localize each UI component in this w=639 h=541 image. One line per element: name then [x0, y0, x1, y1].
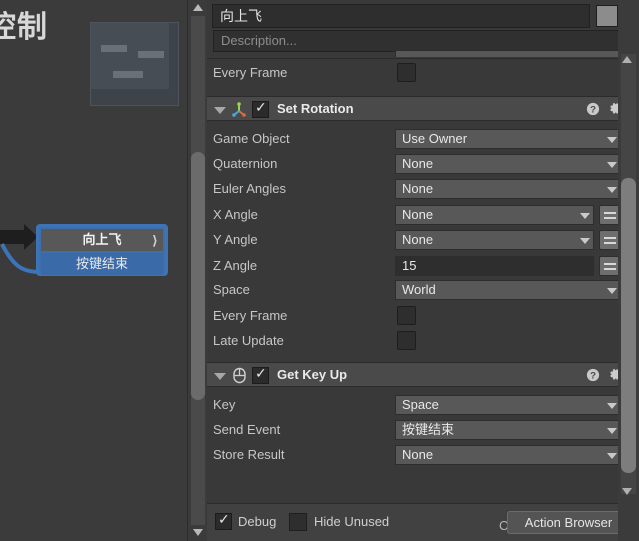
chevron-down-icon[interactable] — [607, 137, 617, 143]
state-node-title: 向上飞 ⟩ — [41, 229, 163, 251]
help-icon[interactable]: ? — [586, 102, 600, 116]
state-color-swatch[interactable] — [596, 5, 618, 27]
chevron-down-icon[interactable] — [580, 213, 590, 219]
key-dropdown[interactable]: Space — [395, 395, 621, 415]
euler-angles-dropdown[interactable]: None — [395, 179, 621, 199]
sound-icon: ⟩ — [152, 233, 158, 248]
debug-label: Debug — [238, 514, 277, 529]
inspector-vertical-scrollbar[interactable] — [618, 0, 639, 541]
graph-scrollbar-thumb[interactable] — [191, 152, 205, 400]
inspector-scrollbar-thumb[interactable] — [621, 178, 636, 473]
action-enabled-checkbox[interactable] — [252, 365, 269, 384]
field-label: Space — [213, 282, 250, 297]
action-header-get-key-up[interactable]: Get Key Up ? — [207, 362, 639, 387]
field-row-key: Key Space — [207, 393, 639, 418]
field-row-game-object: Game Object Use Owner — [207, 127, 639, 152]
quaternion-dropdown[interactable]: None — [395, 154, 621, 174]
debug-checkbox[interactable] — [215, 511, 232, 530]
svg-text:?: ? — [590, 105, 596, 116]
collapse-triangle-icon[interactable] — [214, 107, 226, 114]
scroll-up-arrow-icon[interactable] — [622, 56, 632, 63]
field-label: X Angle — [213, 207, 258, 222]
field-row-z-angle: Z Angle 15 — [207, 254, 639, 279]
field-row-euler-angles: Euler Angles None — [207, 177, 639, 202]
placeholder-bar — [113, 71, 143, 78]
unselected-state-node-body — [91, 23, 169, 89]
store-result-dropdown[interactable]: None — [395, 445, 621, 465]
mouse-icon — [233, 367, 246, 384]
scroll-down-arrow-icon[interactable] — [622, 488, 632, 495]
z-angle-input[interactable]: 15 — [395, 256, 594, 276]
field-label: Store Result — [213, 447, 285, 462]
field-row-y-angle: Y Angle None — [207, 228, 639, 253]
game-object-dropdown[interactable]: Use Owner — [395, 129, 621, 149]
placeholder-bar — [138, 51, 164, 58]
inspector-bottom-bar: Debug Hide Unused CSDN @达Bo Action Brows… — [207, 504, 639, 541]
field-label: Z Angle — [213, 258, 258, 273]
scroll-down-arrow-icon[interactable] — [193, 529, 203, 536]
state-node-event-row[interactable]: 按键结束 — [41, 253, 163, 275]
field-label: Euler Angles — [213, 181, 286, 196]
space-dropdown[interactable]: World — [395, 280, 621, 300]
fsm-graph-panel[interactable]: 控制 向上飞 ⟩ 按键结束 — [0, 0, 187, 541]
help-icon[interactable]: ? — [586, 368, 600, 382]
playmaker-window: 控制 向上飞 ⟩ 按键结束 向上飞 Description... Every F… — [0, 0, 639, 541]
state-every-frame-row: Every Frame — [207, 61, 639, 86]
send-event-dropdown[interactable]: 按键结束 — [395, 420, 621, 440]
chevron-down-icon[interactable] — [607, 187, 617, 193]
axis-gizmo-icon — [232, 102, 246, 117]
unselected-state-node[interactable] — [90, 22, 179, 106]
x-angle-dropdown[interactable]: None — [395, 205, 594, 225]
field-label: Y Angle — [213, 232, 258, 247]
hide-unused-checkbox[interactable] — [289, 513, 307, 531]
placeholder-bar — [101, 45, 127, 52]
transition-link-arrow — [0, 224, 40, 274]
chevron-down-icon[interactable] — [607, 453, 617, 459]
field-row-quaternion: Quaternion None — [207, 152, 639, 177]
field-label: Late Update — [213, 333, 284, 348]
graph-title-text: 控制 — [0, 11, 48, 44]
every-frame-checkbox[interactable] — [397, 306, 416, 325]
field-row-space: Space World — [207, 278, 639, 303]
field-row-x-angle: X Angle None — [207, 203, 639, 228]
chevron-down-icon[interactable] — [607, 428, 617, 434]
action-title: Set Rotation — [277, 101, 354, 116]
chevron-down-icon[interactable] — [607, 403, 617, 409]
field-label: Quaternion — [213, 156, 278, 171]
field-label: Key — [213, 397, 236, 412]
state-inspector-panel: 向上飞 Description... Every Frame ✓ Set Rot… — [207, 0, 639, 541]
svg-text:?: ? — [590, 371, 596, 382]
field-row-store-result: Store Result None — [207, 443, 639, 468]
clipped-scrolled-field — [395, 50, 621, 57]
action-enabled-checkbox[interactable] — [252, 99, 269, 118]
divider — [207, 58, 639, 59]
field-label: Game Object — [213, 131, 290, 146]
description-row: Description... — [213, 30, 639, 52]
state-every-frame-checkbox[interactable] — [397, 63, 416, 82]
field-row-late-update: Late Update — [207, 329, 639, 354]
scroll-up-arrow-icon[interactable] — [193, 4, 203, 11]
chevron-down-icon[interactable] — [607, 162, 617, 168]
state-name-row: 向上飞 — [212, 4, 638, 28]
chevron-down-icon[interactable] — [580, 238, 590, 244]
action-browser-button[interactable]: Action Browser — [507, 511, 630, 534]
action-title: Get Key Up — [277, 367, 348, 382]
late-update-checkbox[interactable] — [397, 331, 416, 350]
graph-vertical-scrollbar[interactable] — [187, 0, 207, 541]
field-row-send-event: Send Event 按键结束 — [207, 418, 639, 443]
action-header-set-rotation[interactable]: Set Rotation ? — [207, 96, 639, 121]
collapse-triangle-icon[interactable] — [214, 373, 226, 380]
field-label: Every Frame — [213, 308, 288, 323]
state-name-input[interactable]: 向上飞 — [212, 4, 590, 28]
chevron-down-icon[interactable] — [607, 288, 617, 294]
state-every-frame-label: Every Frame — [213, 65, 288, 80]
field-row-every-frame: Every Frame — [207, 304, 639, 329]
state-node-name: 向上飞 — [82, 232, 122, 247]
field-label: Send Event — [213, 422, 281, 437]
description-input[interactable]: Description... — [213, 30, 625, 52]
hide-unused-label: Hide Unused — [314, 514, 390, 529]
y-angle-dropdown[interactable]: None — [395, 230, 594, 250]
selected-state-node[interactable]: 向上飞 ⟩ 按键结束 — [36, 224, 168, 276]
